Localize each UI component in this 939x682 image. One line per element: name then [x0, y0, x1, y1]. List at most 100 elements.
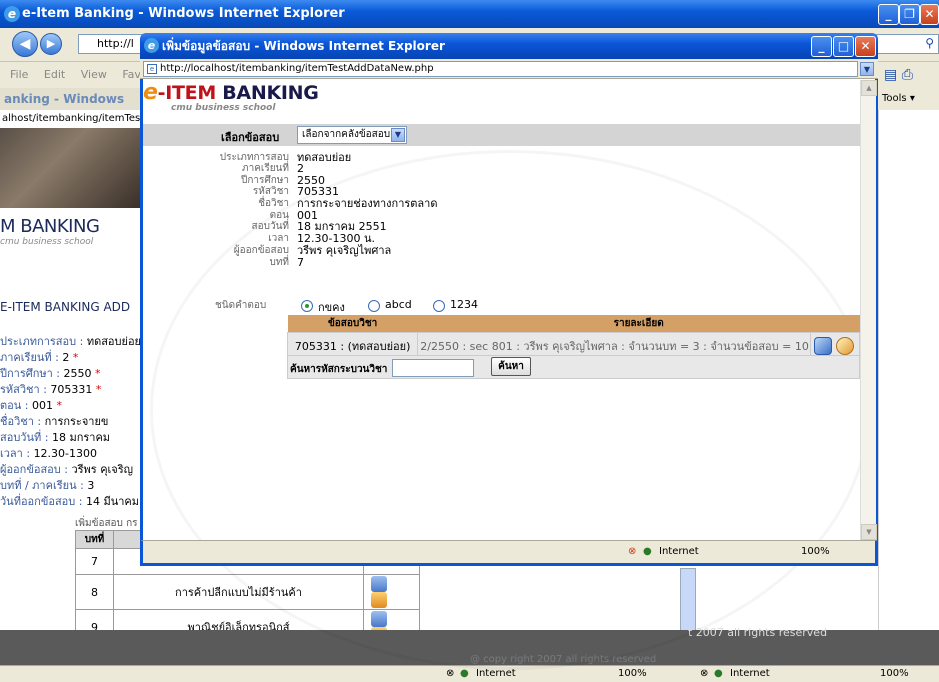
popup-zoom-level[interactable]: 100%: [801, 544, 830, 560]
bg-field-row: ผู้ออกข้อสอบ : วรีพร คุเจริญ: [0, 460, 140, 476]
info-label: ตอน: [269, 209, 289, 221]
scroll-down-icon[interactable]: ▼: [861, 524, 877, 540]
popup-url-field[interactable]: e http://localhost/itembanking/itemTestA…: [143, 61, 858, 77]
bg-field-row: รหัสวิชา : 705331 *: [0, 380, 140, 396]
bg-field-value: 12.30-1300: [33, 447, 98, 460]
maximize-button[interactable]: ❐: [899, 4, 920, 25]
bg-field-row: ภาคเรียนที่ : 2 *: [0, 348, 140, 364]
globe-icon: ●: [643, 546, 652, 557]
bg-tab[interactable]: anking - Windows Inter: [0, 88, 160, 128]
url-dropdown-icon[interactable]: ▼: [860, 62, 874, 76]
bg-field-label: ตอน :: [0, 399, 29, 412]
menu-edit[interactable]: Edit: [44, 68, 65, 81]
edit-icon[interactable]: [835, 336, 854, 355]
page-icon[interactable]: ▤: [884, 67, 897, 83]
back-icon[interactable]: ◀: [12, 31, 38, 57]
menu-file[interactable]: File: [10, 68, 28, 81]
bg-field-value: 2550: [63, 367, 92, 380]
bg-field-value: 001: [31, 399, 53, 412]
info-value: 7: [297, 255, 304, 269]
zoom-level[interactable]: 100%: [618, 666, 647, 682]
bg-field-label: สอบวันที่ :: [0, 431, 49, 444]
chevron-down-icon[interactable]: ▼: [391, 128, 405, 142]
info-label: ชื่อวิชา: [258, 198, 289, 210]
popup-scrollbar[interactable]: ▲ ▼: [860, 80, 877, 540]
menu-favorites[interactable]: Fav: [122, 68, 141, 81]
popup-close-button[interactable]: ✕: [855, 36, 876, 57]
answer-type-label: ชนิดคำตอบ: [215, 300, 267, 311]
bg-right-panel: [878, 110, 939, 660]
header-keyboard-image: [0, 128, 140, 208]
course-search-input[interactable]: [392, 359, 474, 377]
radio-1234[interactable]: [433, 300, 445, 312]
search-row: ค้นหารหัสกระบวนวิชา : ค้นหา: [287, 355, 860, 379]
row-name: การค้าปลีกแบบไม่มีร้านค้า: [113, 574, 364, 610]
page-favicon-icon: e: [147, 64, 157, 74]
search-icon[interactable]: ⚲: [925, 36, 934, 50]
menu-view[interactable]: View: [81, 68, 107, 81]
logo-banking: BANKING: [222, 82, 319, 104]
print-icon[interactable]: ⎙: [902, 67, 913, 83]
bg-fields: ประเภทการสอบ : ทดสอบย่อย ภาคเรียนที่ : 2 …: [0, 332, 150, 508]
popup-title: เพิ่มข้อมูลข้อสอบ - Windows Internet Exp…: [162, 39, 445, 53]
close-button[interactable]: ✕: [920, 4, 939, 25]
exam-source-select[interactable]: เลือกจากคลังข้อสอบ ▼: [297, 126, 407, 144]
grid-header-subject: ข้อสอบวิชา: [287, 315, 418, 333]
edit-icon[interactable]: [371, 592, 387, 608]
bg-heading: E-ITEM BANKING ADD: [0, 300, 131, 314]
answer-type-group: ชนิดคำตอบ กขคง abcd 1234: [215, 298, 515, 314]
bg-field-row: วันที่ออกข้อสอบ : 14 มีนาคม 2: [0, 492, 150, 508]
view-icon[interactable]: [371, 611, 387, 627]
bg-rights-text: t 2007 all rights reserved: [688, 626, 828, 639]
security-icon: ⊗: [700, 668, 709, 679]
info-row: บทที่ 7: [143, 255, 563, 269]
minimize-button[interactable]: _: [878, 4, 899, 25]
bg-field-value: 3: [87, 479, 95, 492]
info-label: รหัสวิชา: [252, 186, 289, 198]
radio-abcd[interactable]: [368, 300, 380, 312]
info-row: ภาคเรียนที่ 2: [143, 163, 563, 175]
bg-field-label: วันที่ออกข้อสอบ :: [0, 495, 83, 508]
popup-status-zone: Internet: [659, 546, 699, 557]
bg-field-label: ชื่อวิชา :: [0, 415, 42, 428]
info-label: ผู้ออกข้อสอบ: [233, 244, 289, 256]
info-row: ชื่อวิชา การกระจายช่องทางการตลาด: [143, 198, 563, 210]
popup-minimize-button[interactable]: _: [811, 36, 832, 57]
bg-field-row: สอบวันที่ : 18 มกราคม: [0, 428, 140, 444]
bg-brand: M BANKING cmu business school: [0, 216, 140, 247]
search-button[interactable]: ค้นหา: [491, 357, 531, 376]
info-label: สอบวันที่: [251, 221, 290, 233]
info-value: การกระจายช่องทางการตลาด: [297, 197, 438, 211]
scroll-up-icon[interactable]: ▲: [861, 80, 877, 96]
radio-thai[interactable]: [301, 300, 313, 312]
table-row: 8 การค้าปลีกแบบไม่มีร้านค้า: [75, 574, 420, 610]
zoom-level-2[interactable]: 100%: [880, 666, 909, 682]
view-icon[interactable]: [813, 336, 832, 355]
exam-source-value: เลือกจากคลังข้อสอบ: [302, 129, 391, 140]
info-row: ประเภทการสอบ ทดสอบย่อย: [143, 152, 563, 164]
tools-menu[interactable]: Tools ▾: [878, 88, 939, 110]
bg-field-value: การกระจายข: [44, 415, 109, 428]
popup-maximize-button[interactable]: □: [833, 36, 854, 57]
view-icon[interactable]: [371, 576, 387, 592]
bg-brand-tagline: cmu business school: [0, 237, 94, 247]
row-num: 8: [75, 574, 114, 610]
popup-statusbar: ⊗ ● Internet 100%: [140, 540, 878, 566]
bg-field-row: ชื่อวิชา : การกระจายข: [0, 412, 140, 428]
popup-address-bar: e http://localhost/itembanking/itemTestA…: [140, 59, 878, 79]
forward-icon[interactable]: ▶: [40, 33, 62, 55]
bg-statusbar: ⊗ ● Internet 100% ⊗ ● Internet 100%: [0, 665, 939, 682]
bg-field-row: ตอน : 001 *: [0, 396, 140, 412]
bg-field-label: ภาคเรียนที่ :: [0, 351, 59, 364]
bg-field-label: ปีการศึกษา :: [0, 367, 61, 380]
bg-field-label: บทที่ / ภาคเรียน :: [0, 479, 84, 492]
security-icon: ⊗: [628, 546, 637, 557]
security-icon: ⊗: [446, 668, 455, 679]
bg-add-line: เพิ่มข้อสอบ กร: [75, 518, 138, 529]
ie-icon: e: [144, 38, 159, 53]
info-label: ปีการศึกษา: [241, 174, 289, 186]
bg-search-box[interactable]: ⚲: [876, 34, 939, 54]
popup-url: http://localhost/itembanking/itemTestAdd…: [160, 63, 434, 74]
bg-brand-name: M BANKING: [0, 216, 100, 237]
bg-field-row: ประเภทการสอบ : ทดสอบย่อย: [0, 332, 141, 348]
